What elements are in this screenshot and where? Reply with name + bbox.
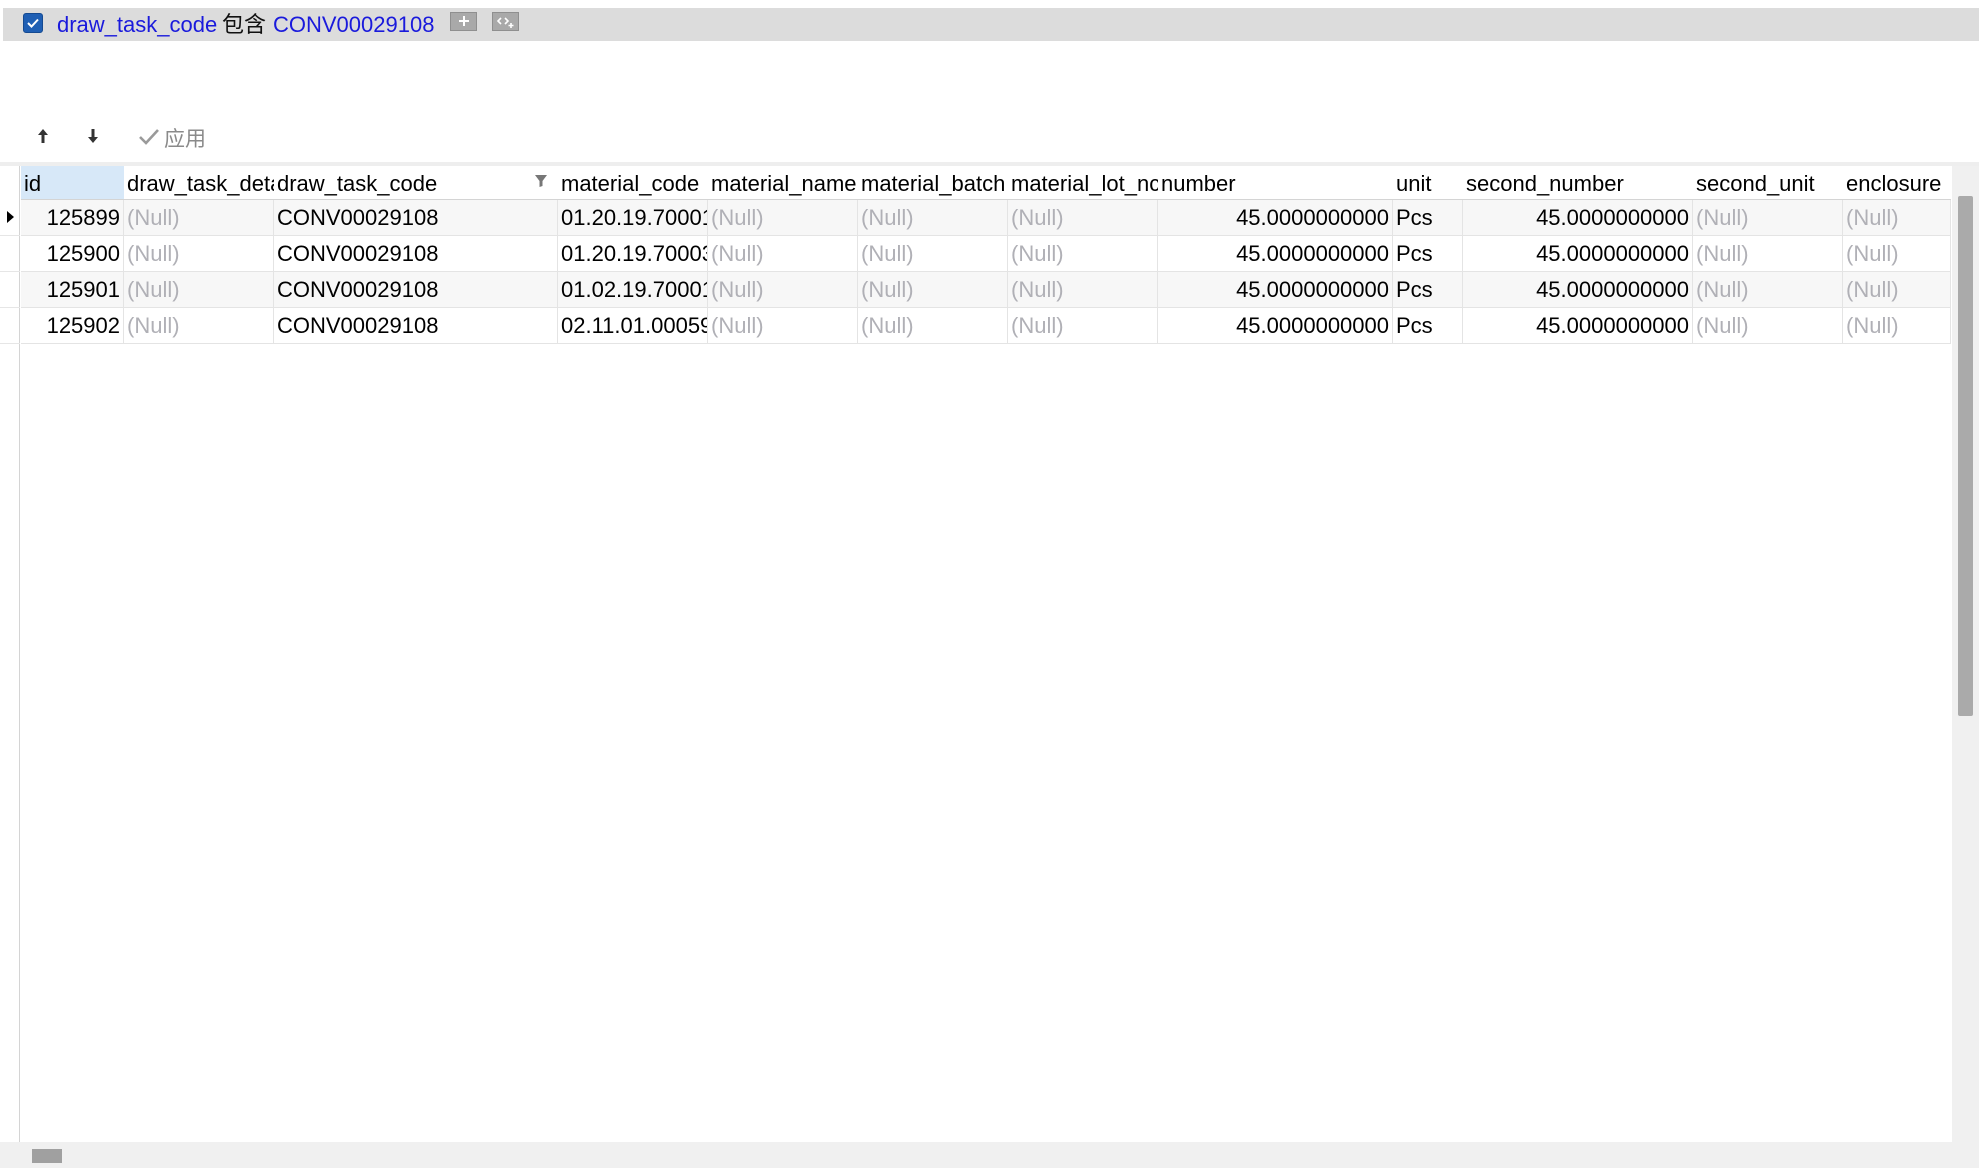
cell-id[interactable]: 125899 bbox=[21, 200, 124, 236]
cell-draw-task-code[interactable]: CONV00029108 bbox=[274, 308, 558, 344]
column-header-material-code[interactable]: material_code bbox=[558, 166, 708, 200]
add-filter-button[interactable] bbox=[450, 12, 477, 31]
filter-toolbar: 应用 bbox=[0, 116, 400, 156]
arrow-down-icon bbox=[88, 129, 98, 143]
cell-unit[interactable]: Pcs bbox=[1393, 308, 1463, 344]
cell-material-batch[interactable]: (Null) bbox=[858, 200, 1008, 236]
table-row[interactable]: 125901 (Null) CONV00029108 01.02.19.70001 (N… bbox=[21, 272, 1951, 308]
vertical-scroll-thumb[interactable] bbox=[1958, 196, 1973, 716]
row-indicator[interactable] bbox=[0, 236, 20, 272]
filter-field[interactable]: draw_task_code bbox=[57, 12, 217, 38]
gutter-header bbox=[0, 166, 20, 200]
table-row[interactable]: 125902 (Null) CONV00029108 02.11.01.00059 (N… bbox=[21, 308, 1951, 344]
cell-material-name[interactable]: (Null) bbox=[708, 272, 858, 308]
cell-material-code[interactable]: 01.20.19.70001 bbox=[558, 200, 708, 236]
cell-second-unit[interactable]: (Null) bbox=[1693, 200, 1843, 236]
filter-bar: draw_task_code 包含 CONV00029108 bbox=[3, 8, 1979, 41]
advanced-filter-button[interactable] bbox=[492, 12, 519, 31]
cell-number[interactable]: 45.0000000000 bbox=[1158, 200, 1393, 236]
cell-second-number[interactable]: 45.0000000000 bbox=[1463, 308, 1693, 344]
horizontal-scrollbar[interactable] bbox=[0, 1142, 1979, 1168]
current-row-icon bbox=[7, 211, 14, 223]
apply-label: 应用 bbox=[164, 128, 206, 151]
column-header-unit[interactable]: unit bbox=[1393, 166, 1463, 200]
filter-enabled-checkbox[interactable] bbox=[23, 13, 43, 33]
cell-material-lot-nc[interactable]: (Null) bbox=[1008, 236, 1158, 272]
cell-second-number[interactable]: 45.0000000000 bbox=[1463, 200, 1693, 236]
cell-number[interactable]: 45.0000000000 bbox=[1158, 272, 1393, 308]
cell-second-number[interactable]: 45.0000000000 bbox=[1463, 236, 1693, 272]
column-header-material-lot-nc[interactable]: material_lot_nc bbox=[1008, 166, 1158, 200]
column-header-second-unit[interactable]: second_unit bbox=[1693, 166, 1843, 200]
cell-id[interactable]: 125902 bbox=[21, 308, 124, 344]
cell-second-unit[interactable]: (Null) bbox=[1693, 272, 1843, 308]
cell-draw-task-code[interactable]: CONV00029108 bbox=[274, 200, 558, 236]
row-gutter bbox=[0, 166, 20, 1142]
cell-enclosure[interactable]: (Null) bbox=[1843, 272, 1951, 308]
cell-unit[interactable]: Pcs bbox=[1393, 200, 1463, 236]
cell-draw-task-code[interactable]: CONV00029108 bbox=[274, 272, 558, 308]
cell-second-unit[interactable]: (Null) bbox=[1693, 308, 1843, 344]
row-indicator[interactable] bbox=[0, 200, 20, 236]
cell-unit[interactable]: Pcs bbox=[1393, 236, 1463, 272]
plus-icon bbox=[458, 16, 469, 26]
cell-draw-task-deta[interactable]: (Null) bbox=[124, 200, 274, 236]
move-down-button[interactable] bbox=[78, 122, 108, 152]
column-header-number[interactable]: number bbox=[1158, 166, 1393, 200]
cell-material-code[interactable]: 01.20.19.70003 bbox=[558, 236, 708, 272]
column-header-enclosure[interactable]: enclosure bbox=[1843, 166, 1951, 200]
cell-material-name[interactable]: (Null) bbox=[708, 308, 858, 344]
cell-draw-task-deta[interactable]: (Null) bbox=[124, 308, 274, 344]
check-icon bbox=[139, 129, 159, 145]
cell-material-lot-nc[interactable]: (Null) bbox=[1008, 272, 1158, 308]
cell-material-batch[interactable]: (Null) bbox=[858, 236, 1008, 272]
cell-material-batch[interactable]: (Null) bbox=[858, 272, 1008, 308]
column-header-draw-task-code[interactable]: draw_task_code bbox=[274, 166, 558, 200]
sql-edit-icon bbox=[496, 17, 513, 28]
data-grid: id draw_task_deta draw_task_code material_c… bbox=[21, 166, 1951, 1142]
header-row: id draw_task_deta draw_task_code material_c… bbox=[21, 166, 1951, 200]
cell-material-name[interactable]: (Null) bbox=[708, 236, 858, 272]
cell-material-lot-nc[interactable]: (Null) bbox=[1008, 308, 1158, 344]
cell-enclosure[interactable]: (Null) bbox=[1843, 308, 1951, 344]
row-indicator[interactable] bbox=[0, 308, 20, 344]
cell-draw-task-deta[interactable]: (Null) bbox=[124, 236, 274, 272]
column-header-material-batch[interactable]: material_batch bbox=[858, 166, 1008, 200]
column-filter-icon[interactable] bbox=[534, 174, 548, 188]
column-header-id[interactable]: id bbox=[21, 166, 124, 200]
move-up-button[interactable] bbox=[28, 122, 58, 152]
cell-draw-task-code[interactable]: CONV00029108 bbox=[274, 236, 558, 272]
cell-second-unit[interactable]: (Null) bbox=[1693, 236, 1843, 272]
table-row[interactable]: 125900 (Null) CONV00029108 01.20.19.70003 (N… bbox=[21, 236, 1951, 272]
cell-second-number[interactable]: 45.0000000000 bbox=[1463, 272, 1693, 308]
cell-material-batch[interactable]: (Null) bbox=[858, 308, 1008, 344]
column-header-second-number[interactable]: second_number bbox=[1463, 166, 1693, 200]
cell-id[interactable]: 125901 bbox=[21, 272, 124, 308]
table-row[interactable]: 125899 (Null) CONV00029108 01.20.19.70001 (N… bbox=[21, 200, 1951, 236]
cell-material-name[interactable]: (Null) bbox=[708, 200, 858, 236]
cell-draw-task-deta[interactable]: (Null) bbox=[124, 272, 274, 308]
horizontal-scroll-thumb[interactable] bbox=[32, 1149, 62, 1163]
cell-enclosure[interactable]: (Null) bbox=[1843, 200, 1951, 236]
arrow-up-icon bbox=[38, 129, 48, 143]
cell-number[interactable]: 45.0000000000 bbox=[1158, 236, 1393, 272]
cell-unit[interactable]: Pcs bbox=[1393, 272, 1463, 308]
cell-enclosure[interactable]: (Null) bbox=[1843, 236, 1951, 272]
cell-material-code[interactable]: 01.02.19.70001 bbox=[558, 272, 708, 308]
cell-material-code[interactable]: 02.11.01.00059 bbox=[558, 308, 708, 344]
filter-value[interactable]: CONV00029108 bbox=[273, 12, 434, 38]
row-indicator[interactable] bbox=[0, 272, 20, 308]
cell-material-lot-nc[interactable]: (Null) bbox=[1008, 200, 1158, 236]
vertical-scrollbar[interactable] bbox=[1952, 166, 1979, 1142]
column-header-material-name[interactable]: material_name bbox=[708, 166, 858, 200]
column-header-draw-task-deta[interactable]: draw_task_deta bbox=[124, 166, 274, 200]
cell-number[interactable]: 45.0000000000 bbox=[1158, 308, 1393, 344]
cell-id[interactable]: 125900 bbox=[21, 236, 124, 272]
filter-operator[interactable]: 包含 bbox=[222, 12, 266, 38]
